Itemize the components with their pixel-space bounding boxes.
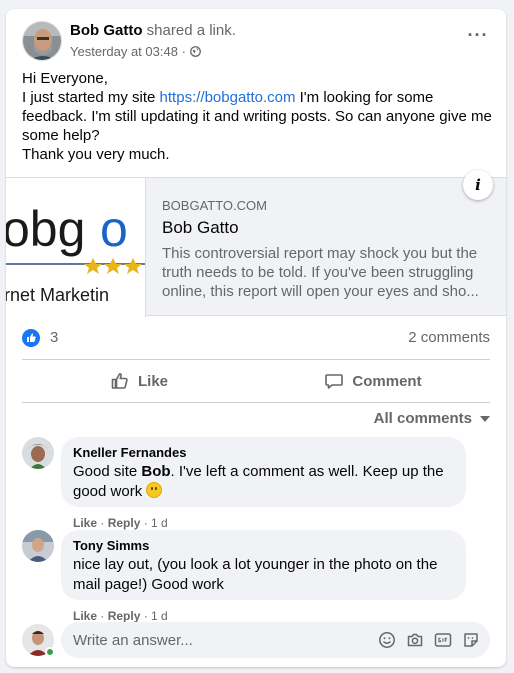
- thumbs-up-icon: [111, 373, 128, 389]
- like-reaction-icon[interactable]: [22, 329, 40, 347]
- post-link[interactable]: https://bobgatto.com: [160, 89, 296, 106]
- reaction-stats: 3 2 comments: [22, 327, 490, 349]
- post-meta: Yesterday at 03:48 ·: [70, 44, 201, 59]
- like-button-label: Like: [137, 372, 168, 390]
- comment-sort-dropdown[interactable]: All comments: [374, 410, 490, 427]
- smile-emoji-icon: [146, 482, 163, 498]
- commenter-avatar[interactable]: [22, 437, 54, 469]
- comment-button-label: Comment: [352, 372, 422, 390]
- post-actions: Like Comment: [22, 359, 490, 403]
- link-info: BOBGATTO.COM Bob Gatto This controversia…: [162, 198, 492, 301]
- author-action: shared a link.: [146, 22, 236, 39]
- thumb-tagline: rnet Marketin: [6, 285, 109, 305]
- commenter-name[interactable]: Tony Simms: [73, 538, 454, 553]
- comment-mention: Bob: [141, 463, 171, 480]
- link-title[interactable]: Bob Gatto: [162, 218, 492, 238]
- post-text-body: I just started my site https://bobgatto.…: [22, 88, 492, 145]
- comment-time[interactable]: 1 d: [151, 609, 168, 623]
- commenter-avatar[interactable]: [22, 530, 54, 562]
- comment-text-before: Good site: [73, 463, 142, 480]
- post-header: Bob Gatto shared a link. Yesterday at 03…: [22, 21, 490, 61]
- globe-icon: [189, 44, 201, 59]
- composer-tools: [368, 631, 480, 649]
- like-button[interactable]: Like: [22, 360, 256, 402]
- post-card: Bob Gatto shared a link. Yesterday at 03…: [6, 9, 506, 667]
- author-avatar[interactable]: [22, 21, 62, 61]
- author-line: Bob Gatto shared a link.: [70, 22, 236, 39]
- post-text-line1: Hi Everyone,: [22, 70, 108, 87]
- comment-like-link[interactable]: Like: [73, 609, 97, 623]
- link-thumbnail[interactable]: obg o rnet Marketin: [6, 178, 146, 317]
- comment-icon: [325, 374, 344, 389]
- post-text: Hi Everyone, I just started my site http…: [22, 69, 492, 164]
- comment-text: Good site Bob. I've left a comment as we…: [73, 462, 454, 502]
- sticker-icon[interactable]: [462, 631, 480, 649]
- more-options-icon[interactable]: ···: [466, 26, 490, 49]
- comment-text: nice lay out, (you look a lot younger in…: [73, 556, 438, 593]
- link-domain: BOBGATTO.COM: [162, 198, 267, 213]
- online-status-indicator: [45, 647, 55, 657]
- chevron-down-icon: [480, 415, 490, 422]
- gif-icon[interactable]: [434, 631, 452, 649]
- comment-button[interactable]: Comment: [256, 360, 490, 402]
- comment-time[interactable]: 1 d: [151, 516, 168, 530]
- post-timestamp[interactable]: Yesterday at 03:48: [70, 44, 178, 59]
- post-text-before-link: I just started my site: [22, 89, 160, 106]
- comment-actions: Like · Reply · 1 d: [73, 609, 168, 623]
- comment-actions: Like · Reply · 1 d: [73, 516, 168, 530]
- link-preview[interactable]: obg o rnet Marketin BOBGATTO.COM Bob Gat…: [6, 170, 506, 317]
- comment-reply-link[interactable]: Reply: [108, 609, 141, 623]
- thumb-logo-text: obg: [6, 201, 85, 257]
- comment-bubble: Tony Simms nice lay out, (you look a lot…: [61, 530, 466, 600]
- post-text-thanks: Thank you very much.: [22, 146, 170, 163]
- info-icon[interactable]: i: [463, 170, 493, 200]
- author-name[interactable]: Bob Gatto: [70, 22, 143, 39]
- emoji-icon[interactable]: [378, 631, 396, 649]
- link-description: This controversial report may shock you …: [162, 245, 479, 300]
- thumb-logo-accent: o: [100, 201, 128, 257]
- like-count[interactable]: 3: [50, 329, 58, 346]
- comment-reply-link[interactable]: Reply: [108, 516, 141, 530]
- comment-bubble: Kneller Fernandes Good site Bob. I've le…: [61, 437, 466, 507]
- comment-like-link[interactable]: Like: [73, 516, 97, 530]
- comment-count[interactable]: 2 comments: [408, 329, 490, 346]
- reply-composer: [22, 622, 490, 658]
- comment-sort-label: All comments: [373, 410, 472, 427]
- camera-icon[interactable]: [406, 631, 424, 649]
- commenter-name[interactable]: Kneller Fernandes: [73, 445, 454, 460]
